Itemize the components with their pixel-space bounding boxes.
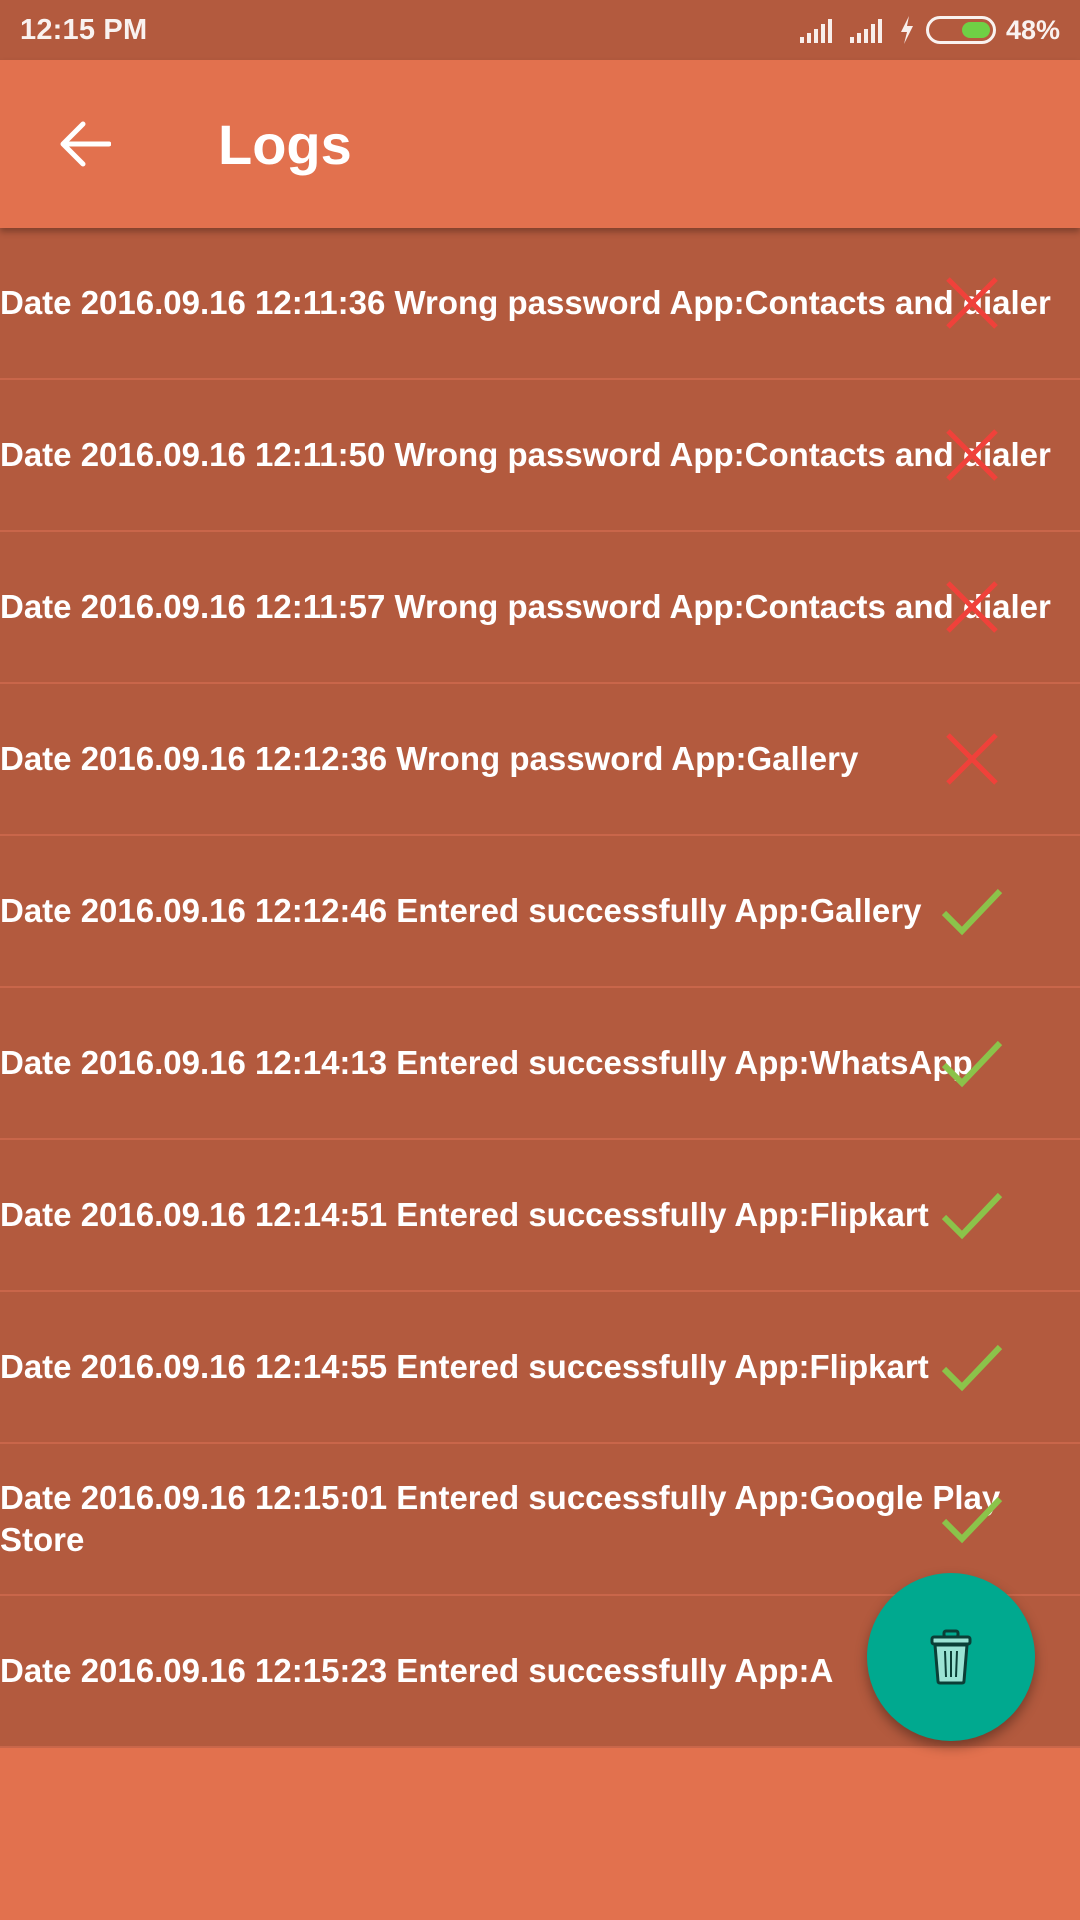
log-row[interactable]: Date 2016.09.16 12:14:51 Entered success… <box>0 1140 1080 1292</box>
log-text: Date 2016.09.16 12:11:50 Wrong password … <box>0 436 1051 473</box>
charging-bolt-icon <box>900 16 913 44</box>
log-text: Date 2016.09.16 12:14:13 Entered success… <box>0 1044 973 1081</box>
battery-icon <box>925 16 996 44</box>
status-time: 12:15 PM <box>20 13 148 46</box>
log-row[interactable]: Date 2016.09.16 12:11:50 Wrong password … <box>0 380 1080 532</box>
log-text: Date 2016.09.16 12:15:01 Entered success… <box>0 1479 1001 1558</box>
log-text: Date 2016.09.16 12:12:36 Wrong password … <box>0 740 859 777</box>
cross-icon <box>946 429 998 481</box>
trash-icon <box>930 1629 972 1685</box>
signal-icon <box>799 19 832 43</box>
log-text: Date 2016.09.16 12:11:36 Wrong password … <box>0 284 1051 321</box>
log-text: Date 2016.09.16 12:14:55 Entered success… <box>0 1348 929 1385</box>
checkmark-icon <box>941 888 1003 936</box>
app-bar: Logs <box>0 60 1080 228</box>
log-row[interactable]: Date 2016.09.16 12:14:55 Entered success… <box>0 1292 1080 1444</box>
checkmark-icon <box>941 1496 1003 1544</box>
log-row[interactable]: Date 2016.09.16 12:15:01 Entered success… <box>0 1444 1080 1596</box>
status-bar: 12:15 PM 48% <box>0 0 1080 60</box>
signal-icon-2 <box>849 19 882 43</box>
log-row[interactable]: Date 2016.09.16 12:11:57 Wrong password … <box>0 532 1080 684</box>
log-row[interactable]: Date 2016.09.16 12:11:36 Wrong password … <box>0 228 1080 380</box>
log-list: Date 2016.09.16 12:11:36 Wrong password … <box>0 228 1080 1748</box>
log-text: Date 2016.09.16 12:14:51 Entered success… <box>0 1196 929 1233</box>
battery-percent: 48% <box>1005 14 1060 45</box>
cross-icon <box>946 733 998 785</box>
log-text: Date 2016.09.16 12:11:57 Wrong password … <box>0 588 1051 625</box>
checkmark-icon <box>941 1344 1003 1392</box>
checkmark-icon <box>941 1040 1003 1088</box>
status-icons: 48% <box>798 15 1060 46</box>
log-text: Date 2016.09.16 12:12:46 Entered success… <box>0 892 922 929</box>
log-row[interactable]: Date 2016.09.16 12:12:36 Wrong password … <box>0 684 1080 836</box>
delete-logs-button[interactable] <box>867 1573 1035 1741</box>
checkmark-icon <box>941 1192 1003 1240</box>
log-row[interactable]: Date 2016.09.16 12:12:46 Entered success… <box>0 836 1080 988</box>
cross-icon <box>946 581 998 633</box>
arrow-left-icon <box>60 121 111 167</box>
back-button[interactable] <box>30 89 140 199</box>
cross-icon <box>946 277 998 329</box>
log-row[interactable]: Date 2016.09.16 12:14:13 Entered success… <box>0 988 1080 1140</box>
battery-level <box>962 22 990 38</box>
page-title: Logs <box>218 112 352 176</box>
